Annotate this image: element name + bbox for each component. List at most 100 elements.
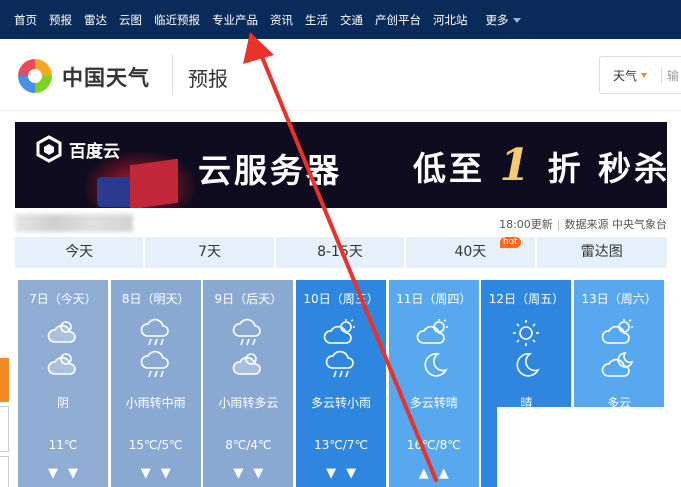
banner-logo: 百度云 xyxy=(35,135,120,163)
nav-forecast[interactable]: 预报 xyxy=(49,12,72,28)
forecast-description: 小雨转中雨 xyxy=(125,396,186,410)
moon-icon xyxy=(416,350,452,380)
moon-icon xyxy=(508,350,544,380)
forecast-description: 小雨转多云 xyxy=(218,396,279,410)
page: 首页 预报 雷达 云图 临近预报 专业产品 资讯 生活 交通 产创平台 河北站 … xyxy=(0,0,681,487)
cloud-sun-icon xyxy=(230,350,266,380)
nav-radar[interactable]: 雷达 xyxy=(84,12,107,28)
cloud-sun-icon xyxy=(45,350,81,380)
nav-more-label: 更多 xyxy=(485,12,509,27)
wind-direction: ▼ ▼ xyxy=(203,466,293,481)
nav-hebei[interactable]: 河北站 xyxy=(433,12,468,28)
update-time: 18:00更新 xyxy=(499,218,553,231)
tab-8-15days[interactable]: 8-15天 xyxy=(275,237,407,268)
tab-7days[interactable]: 7天 xyxy=(145,237,276,268)
wind-direction: ▼ ▼ xyxy=(296,466,386,481)
tab-today[interactable]: 今天 xyxy=(15,237,146,268)
wind-arrow-down-icon: ▼ xyxy=(160,466,171,481)
cloud-sun-icon xyxy=(45,318,81,348)
banner-headline: 云服务器 xyxy=(198,151,342,190)
search-type-select[interactable]: 天气 xyxy=(600,67,648,84)
sun-icon xyxy=(508,318,544,348)
banner-promo-suffix: 折 秒杀 xyxy=(547,149,667,188)
forecast-day-card[interactable]: 7日（今天） 阴 11℃ ▼ ▼ xyxy=(18,280,108,487)
forecast-temperature: 8℃/4℃ xyxy=(225,438,272,452)
nav-traffic[interactable]: 交通 xyxy=(340,12,363,28)
tab-40days[interactable]: 40天 hot xyxy=(406,237,537,268)
nav-more[interactable]: 更多 xyxy=(486,12,521,28)
tab-label: 雷达图 xyxy=(580,244,623,260)
wind-arrow-down-icon: ▼ xyxy=(48,466,58,481)
tab-label: 40天 xyxy=(454,244,487,260)
overlay-blank xyxy=(497,407,681,487)
data-source: 数据来源 中央气象台 xyxy=(564,218,668,231)
site-brand[interactable]: 中国天气 xyxy=(62,62,150,92)
forecast-description: 多云转晴 xyxy=(409,396,458,410)
dropdown-arrow-icon xyxy=(641,72,648,78)
sun-cloud-icon xyxy=(323,318,359,348)
tab-radar[interactable]: 雷达图 xyxy=(536,237,667,268)
top-nav: 首页 预报 雷达 云图 临近预报 专业产品 资讯 生活 交通 产创平台 河北站 … xyxy=(0,0,681,39)
nav-cloud-map[interactable]: 云图 xyxy=(119,12,142,28)
wind-arrow-down-icon: ▼ xyxy=(140,466,151,481)
wind-direction: ▼ ▼ xyxy=(18,466,108,481)
forecast-temperature: 15℃/5℃ xyxy=(128,438,183,452)
banner-promo: 低至 1 折 秒杀 xyxy=(413,140,667,191)
wind-arrow-down-icon: ▼ xyxy=(326,466,337,481)
tab-label: 7天 xyxy=(198,244,222,260)
banner-promo-prefix: 低至 xyxy=(413,149,485,188)
search-box: 天气 输 xyxy=(599,56,681,94)
side-float-panel[interactable] xyxy=(0,406,9,452)
forecast-description: 多云转小雨 xyxy=(311,396,372,410)
wind-arrow-down-icon: ▼ xyxy=(233,466,244,481)
side-float-panel[interactable] xyxy=(0,456,9,487)
wind-direction: ▼ ▼ xyxy=(111,466,201,481)
banner-decoration-block xyxy=(130,158,178,208)
nav-life[interactable]: 生活 xyxy=(305,12,328,28)
forecast-date: 9日（后天） xyxy=(214,292,283,306)
search-type-label: 天气 xyxy=(613,68,638,83)
forecast-date: 7日（今天） xyxy=(29,292,97,306)
forecast-day-card[interactable]: 10日（周三） 多云转小雨 13℃/7℃ ▼ ▼ xyxy=(296,280,387,487)
wind-arrow-up-icon: ▲ xyxy=(438,466,449,481)
search-input[interactable]: 输 xyxy=(661,66,679,84)
wind-arrow-down-icon: ▼ xyxy=(253,466,264,481)
caret-down-icon xyxy=(512,17,521,23)
header-divider xyxy=(172,55,173,95)
forecast-temperature: 11℃ xyxy=(48,438,78,452)
forecast-date: 8日（明天） xyxy=(121,292,190,306)
baidu-cloud-icon xyxy=(36,135,62,163)
nav-news[interactable]: 资讯 xyxy=(270,12,293,28)
cloud-moon-icon xyxy=(601,350,637,380)
forecast-description: 阴 xyxy=(56,396,69,410)
weather-logo-icon[interactable] xyxy=(14,55,56,97)
forecast-day-card[interactable]: 11日（周四） 多云转晴 16℃/8℃ ▲ ▲ xyxy=(388,280,479,487)
info-row: 18:00更新 | 数据来源 中央气象台 xyxy=(15,212,667,234)
forecast-date: 13日（周六） xyxy=(581,292,657,306)
forecast-temperature: 13℃/7℃ xyxy=(314,438,369,452)
ad-banner[interactable]: 百度云 云服务器 低至 1 折 秒杀 xyxy=(15,122,667,208)
nav-products[interactable]: 专业产品 xyxy=(212,12,258,28)
wind-direction: ▲ ▲ xyxy=(389,466,479,481)
hot-badge: hot xyxy=(499,237,521,248)
banner-promo-number: 1 xyxy=(499,140,534,191)
nav-nowcast[interactable]: 临近预报 xyxy=(154,12,200,28)
site-header: 中国天气 预报 天气 输 xyxy=(0,39,681,111)
banner-decoration-cube xyxy=(97,177,133,207)
forecast-day-card[interactable]: 9日（后天） 小雨转多云 8℃/4℃ ▼ ▼ xyxy=(203,280,294,487)
forecast-tabs: 今天 7天 8-15天 40天 hot 雷达图 xyxy=(15,237,667,268)
wind-arrow-up-icon: ▲ xyxy=(418,466,429,481)
update-info: 18:00更新 | 数据来源 中央气象台 xyxy=(499,218,668,231)
forecast-date: 12日（周五） xyxy=(488,292,565,306)
nav-home[interactable]: 首页 xyxy=(14,12,37,28)
rain-cloud-icon xyxy=(230,318,266,348)
forecast-temperature: 16℃/8℃ xyxy=(406,438,461,452)
tab-label: 8-15天 xyxy=(317,244,363,260)
forecast-day-card[interactable]: 8日（明天） 小雨转中雨 15℃/5℃ ▼ ▼ xyxy=(110,280,201,487)
rain-cloud-icon xyxy=(138,350,174,380)
side-float-button[interactable] xyxy=(0,358,9,402)
banner-advertiser: 百度云 xyxy=(69,141,120,162)
sun-cloud-icon xyxy=(416,318,452,348)
nav-platform[interactable]: 产创平台 xyxy=(375,12,421,28)
rain-cloud-icon xyxy=(323,350,359,380)
